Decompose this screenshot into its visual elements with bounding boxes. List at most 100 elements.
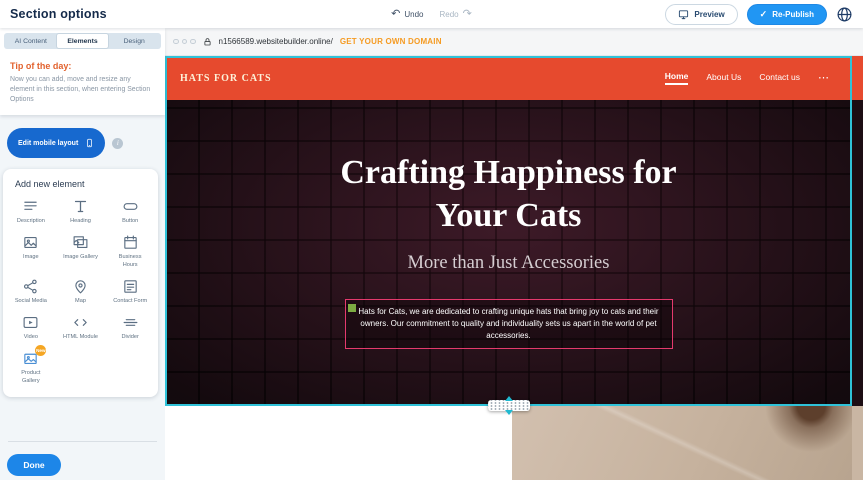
info-icon[interactable]: i: [112, 138, 123, 149]
tab-label: AI Content: [15, 38, 47, 45]
element-item-product-gallery[interactable]: New Product Gallery: [6, 350, 56, 385]
tab-ai-content[interactable]: AI Content: [5, 34, 57, 48]
social-media-icon: [22, 278, 39, 295]
tab-label: Design: [124, 38, 145, 45]
page-edge-strip: [852, 56, 863, 480]
add-element-title: Add new element: [6, 177, 155, 198]
hero-heading-line1: Crafting Happiness for: [340, 152, 676, 195]
page-edge-below: [852, 406, 863, 480]
site-preview: HATS FOR CATS Home About Us Contact us ⋯…: [165, 56, 852, 406]
element-item-video[interactable]: Video: [6, 314, 56, 341]
hero-heading-line2: Your Cats: [340, 195, 676, 238]
phone-icon: [85, 136, 94, 150]
image-gallery-icon: [72, 234, 89, 251]
get-domain-link[interactable]: GET YOUR OWN DOMAIN: [340, 37, 442, 46]
undo-icon: ↶: [391, 9, 400, 20]
edit-mobile-row: Edit mobile layout i: [0, 128, 165, 158]
nav-more-icon[interactable]: ⋯: [818, 73, 830, 84]
site-logo[interactable]: HATS FOR CATS: [180, 73, 272, 84]
nav-home[interactable]: Home: [665, 71, 689, 85]
preview-button[interactable]: Preview: [665, 4, 737, 25]
element-label: Map: [75, 298, 86, 305]
hero-paragraph-box[interactable]: Hats for Cats, we are dedicated to craft…: [345, 299, 673, 349]
history-controls: ↶ Undo Redo ↷: [391, 9, 472, 20]
element-item-business-hours[interactable]: Business Hours: [105, 234, 155, 269]
add-element-panel: Add new element Description Heading Butt…: [3, 169, 158, 397]
top-toolbar: Section options ↶ Undo Redo ↷ Preview ✓ …: [0, 0, 863, 28]
element-label: HTML Module: [63, 334, 98, 341]
element-item-contact-form[interactable]: Contact Form: [105, 278, 155, 305]
page-edge-hero: [852, 100, 863, 406]
hero-heading[interactable]: Crafting Happiness for Your Cats: [340, 152, 676, 238]
element-label: Button: [122, 218, 138, 225]
done-button[interactable]: Done: [7, 454, 61, 476]
html-module-icon: [72, 314, 89, 331]
element-label: Divider: [121, 334, 138, 341]
image-icon: [22, 234, 39, 251]
tip-body: Now you can add, move and resize any ele…: [10, 75, 155, 105]
section-resize-handle[interactable]: [488, 400, 530, 411]
element-item-heading[interactable]: Heading: [56, 198, 106, 225]
element-item-image[interactable]: Image: [6, 234, 56, 269]
lock-icon: [203, 37, 212, 47]
nav-about-us[interactable]: About Us: [706, 72, 741, 84]
business-hours-icon: [122, 234, 139, 251]
globe-icon[interactable]: [836, 6, 853, 23]
tip-heading: Tip of the day:: [10, 61, 155, 71]
site-nav: Home About Us Contact us ⋯: [665, 71, 830, 85]
topbar-actions: Preview ✓ Re-Publish: [665, 4, 853, 25]
republish-label: Re-Publish: [772, 10, 814, 19]
edit-mobile-layout-button[interactable]: Edit mobile layout: [7, 128, 105, 158]
new-badge: New: [35, 345, 46, 356]
website-builder-app: Section options ↶ Undo Redo ↷ Preview ✓ …: [0, 0, 863, 480]
element-item-description[interactable]: Description: [6, 198, 56, 225]
button-icon: [122, 198, 139, 215]
check-icon: ✓: [760, 9, 768, 20]
edit-mobile-label: Edit mobile layout: [18, 140, 78, 147]
map-pin-icon: [72, 278, 89, 295]
tab-design[interactable]: Design: [108, 34, 160, 48]
element-item-html-module[interactable]: HTML Module: [56, 314, 106, 341]
element-grid: Description Heading Button Image: [6, 198, 155, 385]
element-label: Video: [24, 334, 38, 341]
element-label: Business Hours: [112, 254, 149, 269]
browser-address-bar: n1566589.websitebuilder.online/ GET YOUR…: [165, 28, 863, 56]
element-item-image-gallery[interactable]: Image Gallery: [56, 234, 106, 269]
undo-button[interactable]: ↶ Undo: [391, 9, 423, 20]
element-label: Heading: [70, 218, 91, 225]
page-edge-header: [852, 56, 863, 100]
undo-label: Undo: [404, 10, 423, 19]
contact-form-icon: [122, 278, 139, 295]
element-label: Product Gallery: [12, 370, 49, 385]
window-dot: [182, 39, 188, 45]
element-item-button[interactable]: Button: [105, 198, 155, 225]
hero-subtitle[interactable]: More than Just Accessories: [408, 253, 610, 274]
element-label: Contact Form: [113, 298, 147, 305]
republish-button[interactable]: ✓ Re-Publish: [747, 4, 827, 25]
nav-contact-us[interactable]: Contact us: [759, 72, 800, 84]
redo-label: Redo: [440, 10, 459, 19]
sidebar-divider: [8, 441, 157, 442]
tab-elements[interactable]: Elements: [57, 34, 109, 48]
element-item-divider[interactable]: Divider: [105, 314, 155, 341]
element-item-social-media[interactable]: Social Media: [6, 278, 56, 305]
element-drag-handle[interactable]: [348, 304, 356, 312]
element-label: Description: [17, 218, 45, 225]
site-header: HATS FOR CATS Home About Us Contact us ⋯: [165, 56, 852, 100]
section-options-sidebar: AI Content Elements Design Tip of the da…: [0, 28, 165, 480]
redo-button[interactable]: Redo ↷: [440, 9, 472, 20]
element-label: Social Media: [15, 298, 47, 305]
hero-section: Crafting Happiness for Your Cats More th…: [165, 100, 852, 406]
tab-label: Elements: [67, 38, 97, 45]
window-dots: [173, 39, 196, 45]
info-glyph: i: [117, 139, 119, 147]
hero-paragraph: Hats for Cats, we are dedicated to craft…: [358, 307, 658, 340]
element-label: Image: [23, 254, 39, 261]
heading-icon: [72, 198, 89, 215]
element-item-map[interactable]: Map: [56, 278, 106, 305]
preview-label: Preview: [694, 10, 724, 19]
window-dot: [190, 39, 196, 45]
site-url: n1566589.websitebuilder.online/: [219, 37, 333, 46]
sidebar-footer: Done: [0, 441, 165, 480]
monitor-icon: [678, 9, 689, 20]
